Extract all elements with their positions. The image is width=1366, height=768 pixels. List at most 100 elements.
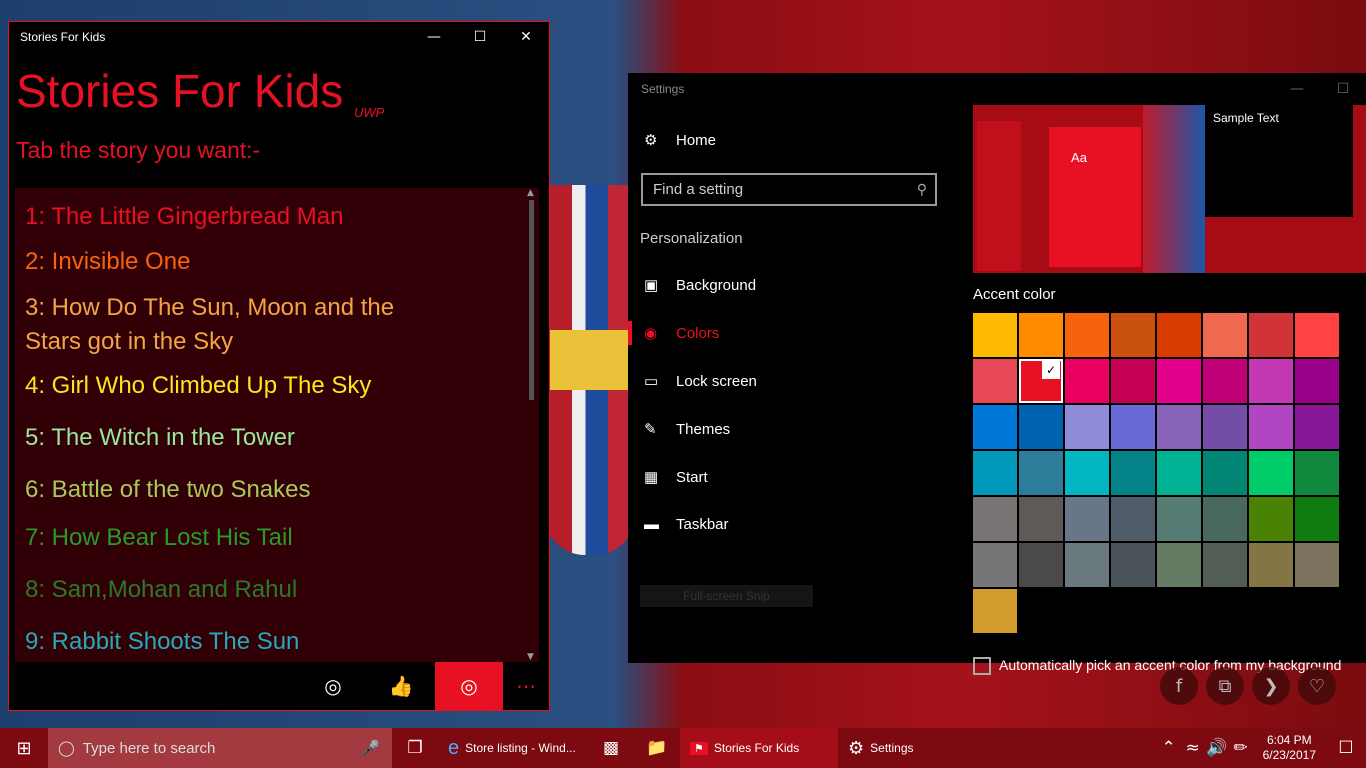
eye-icon[interactable]: ◎ (435, 662, 503, 710)
accent-swatch[interactable] (973, 359, 1017, 403)
accent-swatch[interactable] (1065, 405, 1109, 449)
accent-swatch[interactable] (1249, 405, 1293, 449)
accent-swatch[interactable] (1065, 543, 1109, 587)
accent-swatch[interactable] (1249, 313, 1293, 357)
accent-swatch[interactable] (1065, 359, 1109, 403)
scroll-up-icon[interactable]: ▲ (527, 188, 534, 198)
story-item[interactable]: 9: Rabbit Shoots The Sun (25, 625, 425, 659)
heart-icon[interactable]: ♡ (1298, 667, 1336, 705)
microphone-icon[interactable]: 🎤 (361, 739, 380, 757)
accent-swatch[interactable] (1203, 451, 1247, 495)
accent-swatch[interactable] (1111, 497, 1155, 541)
accent-swatch[interactable] (1111, 405, 1155, 449)
taskbar-app-settings[interactable]: ⚙ Settings (838, 728, 948, 768)
minimize-icon[interactable]: — (411, 22, 457, 52)
accent-swatch[interactable] (1249, 497, 1293, 541)
accent-swatch[interactable] (1295, 451, 1339, 495)
scroll-down-icon[interactable]: ▼ (527, 652, 534, 662)
accent-swatch[interactable] (1065, 451, 1109, 495)
accent-swatch[interactable] (1203, 359, 1247, 403)
chevron-up-icon[interactable]: ⌃ (1157, 728, 1181, 768)
file-explorer-icon[interactable]: 📁 (634, 728, 680, 768)
nav-home[interactable]: ⚙ Home (644, 131, 716, 150)
story-item[interactable]: 2: Invisible One (25, 245, 425, 279)
accent-swatch[interactable] (1065, 313, 1109, 357)
nav-taskbar[interactable]: ▬ Taskbar (644, 516, 729, 533)
accent-swatch[interactable] (1111, 543, 1155, 587)
accent-swatch[interactable] (1157, 451, 1201, 495)
story-item[interactable]: 1: The Little Gingerbread Man (25, 200, 425, 234)
accent-swatch[interactable] (1019, 313, 1063, 357)
accent-swatch[interactable] (1157, 359, 1201, 403)
accent-swatch[interactable] (1111, 313, 1155, 357)
accent-swatch[interactable] (1295, 497, 1339, 541)
pen-icon[interactable]: ✏ (1229, 728, 1253, 768)
accent-swatch[interactable] (1157, 313, 1201, 357)
accent-swatch[interactable] (973, 405, 1017, 449)
accent-swatch[interactable] (1249, 543, 1293, 587)
nav-themes[interactable]: ✎ Themes (644, 420, 730, 439)
notifications-icon[interactable]: ☐ (1326, 728, 1366, 768)
store-icon[interactable]: ▩ (588, 728, 634, 768)
story-item[interactable]: 3: How Do The Sun, Moon and the Stars go… (25, 291, 425, 359)
command-bar: ◎ 👍 ◎ ⋯ (9, 662, 549, 710)
task-view-icon[interactable]: ❐ (392, 728, 438, 768)
maximize-icon[interactable]: ☐ (1320, 73, 1366, 105)
accent-swatch[interactable] (1295, 359, 1339, 403)
accent-swatch[interactable] (973, 451, 1017, 495)
story-item[interactable]: 4: Girl Who Climbed Up The Sky (25, 369, 425, 403)
volume-icon[interactable]: 🔊 (1205, 728, 1229, 768)
nav-start[interactable]: ▦ Start (644, 468, 708, 487)
accent-swatch[interactable] (1203, 405, 1247, 449)
accent-swatch[interactable]: ✓ (1019, 359, 1063, 403)
scrollbar[interactable]: ▲ ▼ (525, 188, 539, 662)
accent-swatch[interactable] (973, 497, 1017, 541)
accent-swatch[interactable] (1019, 451, 1063, 495)
story-item[interactable]: 6: Battle of the two Snakes (25, 473, 425, 507)
accent-swatch[interactable] (1019, 405, 1063, 449)
taskbar-app-edge[interactable]: e Store listing - Wind... (438, 728, 588, 768)
accent-swatch[interactable] (973, 313, 1017, 357)
eye-icon[interactable]: ◎ (299, 662, 367, 710)
accent-swatch[interactable] (1111, 359, 1155, 403)
find-setting-input[interactable]: Find a setting ⚲ (641, 173, 937, 206)
accent-swatch[interactable] (1157, 497, 1201, 541)
facebook-icon[interactable]: f (1160, 667, 1198, 705)
story-item[interactable]: 7: How Bear Lost His Tail (25, 521, 425, 555)
checkbox-icon[interactable] (973, 657, 991, 676)
accent-swatch[interactable] (1203, 313, 1247, 357)
accent-swatch[interactable] (1203, 497, 1247, 541)
story-item[interactable]: 5: The Witch in the Tower (25, 421, 425, 455)
nav-colors[interactable]: ◉ Colors (644, 324, 719, 343)
taskbar-search[interactable]: ◯ Type here to search 🎤 (48, 728, 392, 768)
more-icon[interactable]: ⋯ (503, 662, 549, 710)
accent-swatch[interactable] (1203, 543, 1247, 587)
accent-swatch[interactable] (1157, 405, 1201, 449)
accent-swatch[interactable] (973, 543, 1017, 587)
accent-swatch[interactable] (1019, 543, 1063, 587)
maximize-icon[interactable]: ☐ (457, 22, 503, 52)
accent-swatch[interactable] (1249, 451, 1293, 495)
chevron-right-icon[interactable]: ❯ (1252, 667, 1290, 705)
minimize-icon[interactable]: — (1274, 73, 1320, 105)
accent-swatch[interactable] (1295, 405, 1339, 449)
story-item[interactable]: 8: Sam,Mohan and Rahul (25, 573, 425, 607)
windows-start-icon[interactable]: ⊞ (0, 728, 48, 768)
scroll-thumb[interactable] (529, 200, 534, 400)
copy-icon[interactable]: ⧉ (1206, 667, 1244, 705)
accent-swatch[interactable] (1065, 497, 1109, 541)
nav-lock-screen[interactable]: ▭ Lock screen (644, 372, 757, 391)
accent-swatch[interactable] (1019, 497, 1063, 541)
network-icon[interactable]: ≈ (1181, 728, 1205, 768)
accent-swatch[interactable] (1157, 543, 1201, 587)
close-icon[interactable]: ✕ (503, 22, 549, 52)
accent-swatch[interactable] (1295, 313, 1339, 357)
thumbs-up-icon[interactable]: 👍 (367, 662, 435, 710)
accent-swatch[interactable] (1249, 359, 1293, 403)
clock[interactable]: 6:04 PM 6/23/2017 (1253, 733, 1326, 763)
accent-swatch[interactable] (1295, 543, 1339, 587)
accent-swatch[interactable] (973, 589, 1017, 633)
nav-background[interactable]: ▣ Background (644, 276, 756, 295)
taskbar-app-stories[interactable]: ⚑ Stories For Kids (680, 728, 838, 768)
accent-swatch[interactable] (1111, 451, 1155, 495)
